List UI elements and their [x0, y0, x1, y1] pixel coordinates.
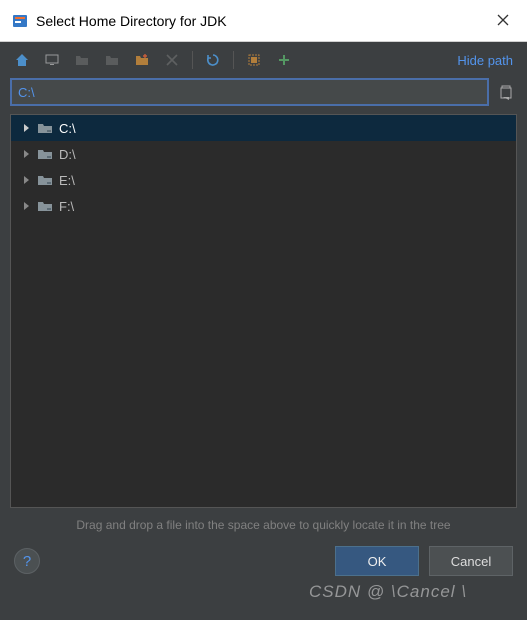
show-hidden-button[interactable] — [242, 48, 266, 72]
new-folder-button[interactable] — [130, 48, 154, 72]
drive-icon — [37, 173, 53, 187]
cancel-button[interactable]: Cancel — [429, 546, 513, 576]
tree-row[interactable]: F:\ — [11, 193, 516, 219]
directory-tree[interactable]: C:\ D:\ E:\ F:\ — [10, 114, 517, 508]
button-row: ? OK Cancel — [0, 546, 527, 590]
refresh-icon — [205, 52, 221, 68]
expand-arrow-icon[interactable] — [21, 175, 31, 185]
tree-row[interactable]: E:\ — [11, 167, 516, 193]
folder-icon — [74, 52, 90, 68]
refresh-button[interactable] — [201, 48, 225, 72]
desktop-button[interactable] — [40, 48, 64, 72]
app-icon — [12, 13, 28, 29]
path-row — [0, 78, 527, 114]
close-icon — [497, 14, 509, 26]
drive-icon — [37, 147, 53, 161]
drive-icon — [37, 199, 53, 213]
tree-row-label: E:\ — [59, 173, 75, 188]
separator — [233, 51, 234, 69]
module-button[interactable] — [100, 48, 124, 72]
tree-row-label: C:\ — [59, 121, 76, 136]
home-button[interactable] — [10, 48, 34, 72]
new-folder-icon — [134, 52, 150, 68]
folder-icon — [104, 52, 120, 68]
path-input[interactable] — [10, 78, 489, 106]
history-icon — [498, 83, 514, 101]
project-button[interactable] — [70, 48, 94, 72]
show-hidden-icon — [246, 52, 262, 68]
path-history-button[interactable] — [495, 81, 517, 103]
drag-hint: Drag and drop a file into the space abov… — [0, 508, 527, 546]
tree-row[interactable]: C:\ — [11, 115, 516, 141]
title-bar: Select Home Directory for JDK — [0, 0, 527, 42]
tree-row-label: F:\ — [59, 199, 74, 214]
desktop-icon — [44, 52, 60, 68]
expand-arrow-icon[interactable] — [21, 123, 31, 133]
plus-icon — [277, 53, 291, 67]
delete-button[interactable] — [160, 48, 184, 72]
tree-row[interactable]: D:\ — [11, 141, 516, 167]
close-button[interactable] — [489, 6, 517, 35]
home-icon — [14, 52, 30, 68]
tree-row-label: D:\ — [59, 147, 76, 162]
delete-icon — [165, 53, 179, 67]
separator — [192, 51, 193, 69]
help-button[interactable]: ? — [14, 548, 40, 574]
drive-icon — [37, 121, 53, 135]
expand-arrow-icon[interactable] — [21, 149, 31, 159]
toolbar: Hide path — [0, 42, 527, 78]
add-button[interactable] — [272, 48, 296, 72]
dialog-title: Select Home Directory for JDK — [36, 13, 227, 29]
expand-arrow-icon[interactable] — [21, 201, 31, 211]
ok-button[interactable]: OK — [335, 546, 419, 576]
hide-path-link[interactable]: Hide path — [457, 53, 517, 68]
